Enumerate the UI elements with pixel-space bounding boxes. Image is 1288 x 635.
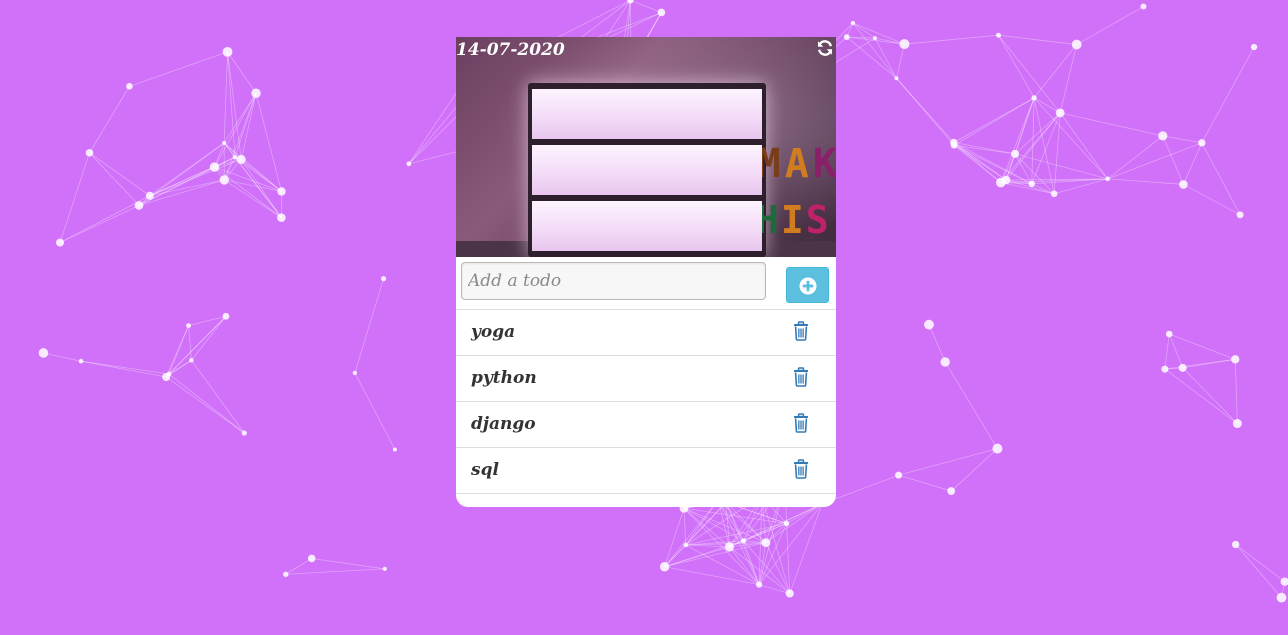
todo-card: MAKE THIS DAY GREAT! 14-07-2020	[456, 37, 836, 507]
plus-circle-icon	[799, 277, 817, 295]
list-item: django	[456, 401, 836, 447]
trash-icon[interactable]	[793, 367, 809, 387]
add-todo-button[interactable]	[786, 267, 829, 303]
list-item: sql	[456, 447, 836, 494]
sign-line-3: GREAT!	[532, 201, 836, 257]
list-item: python	[456, 355, 836, 401]
trash-icon[interactable]	[793, 321, 809, 341]
trash-icon[interactable]	[793, 459, 809, 479]
todo-label: sql	[471, 460, 499, 480]
date-label: 14-07-2020	[456, 40, 565, 60]
sign-line-2: THIS DAY	[532, 145, 829, 242]
todo-label: python	[471, 368, 537, 388]
todo-input[interactable]	[461, 262, 766, 300]
todo-label: yoga	[471, 322, 516, 342]
lightbox-sign: MAKE THIS DAY GREAT!	[528, 83, 836, 257]
todo-list: yoga python django sql	[456, 309, 836, 494]
trash-icon[interactable]	[793, 413, 809, 433]
sign-line-1: MAKE	[532, 89, 836, 187]
add-todo-row	[456, 261, 836, 307]
hero-image: MAKE THIS DAY GREAT! 14-07-2020	[456, 37, 836, 257]
list-item: yoga	[456, 309, 836, 355]
refresh-icon[interactable]	[816, 39, 834, 57]
todo-label: django	[471, 414, 536, 434]
